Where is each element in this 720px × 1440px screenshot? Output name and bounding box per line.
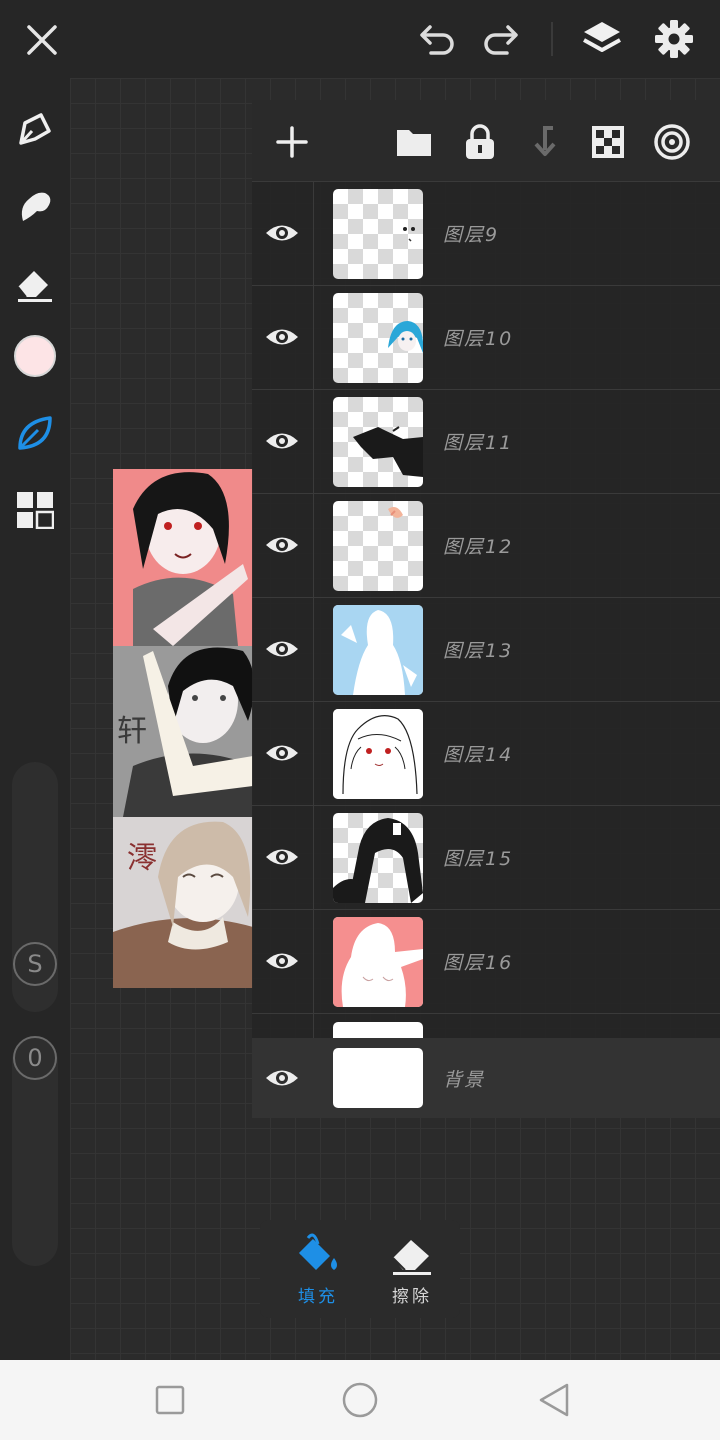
fill-button[interactable]: 填充 xyxy=(278,1232,358,1312)
layer-row[interactable]: 图层12 xyxy=(252,494,720,598)
layers-icon[interactable] xyxy=(578,16,626,62)
eye-icon[interactable] xyxy=(264,530,300,560)
layer-thumbnail xyxy=(333,397,423,487)
layer-thumbnail xyxy=(333,501,423,591)
layer-row[interactable]: 图层15 xyxy=(252,806,720,910)
color-swatch[interactable] xyxy=(10,331,60,381)
lock-icon[interactable] xyxy=(458,120,502,164)
leaf-brush-icon[interactable] xyxy=(10,408,60,458)
layer-name: 图层12 xyxy=(443,536,514,558)
toolbar-divider xyxy=(551,22,553,56)
fill-erase-popup: 填充 擦除 xyxy=(260,1220,460,1318)
layer-name: 图层16 xyxy=(443,952,514,974)
smudge-tool-icon[interactable] xyxy=(10,182,60,232)
gear-icon[interactable] xyxy=(650,16,698,62)
undo-icon[interactable] xyxy=(414,18,460,62)
top-toolbar xyxy=(0,0,720,78)
layer-row[interactable]: 图层9 xyxy=(252,182,720,286)
fill-label: 填充 xyxy=(298,1287,338,1307)
layer-thumbnail xyxy=(333,605,423,695)
eye-icon[interactable] xyxy=(264,842,300,872)
layers-panel-header xyxy=(252,100,720,182)
art-panel-3: 澪 xyxy=(113,817,253,988)
pen-tool-icon[interactable] xyxy=(10,104,60,154)
layer-row[interactable]: 图层11 xyxy=(252,390,720,494)
brush-size-knob[interactable]: S xyxy=(13,942,57,986)
layer-row-background[interactable]: 背景 xyxy=(252,1038,720,1118)
layer-name: 图层9 xyxy=(443,224,500,246)
eye-icon[interactable] xyxy=(264,218,300,248)
target-icon[interactable] xyxy=(650,120,694,164)
layer-thumbnail xyxy=(333,709,423,799)
back-icon[interactable] xyxy=(534,1380,574,1420)
layer-name: 图层10 xyxy=(443,328,514,350)
system-nav-bar xyxy=(0,1360,720,1440)
drawing-app: 轩 澪 S 0 图层9 图层10 图层11 图层12 图层13 图层14 图层1… xyxy=(0,0,720,1440)
artwork-preview: 轩 澪 xyxy=(113,469,253,988)
transparency-icon[interactable] xyxy=(586,120,630,164)
folder-icon[interactable] xyxy=(392,120,436,164)
layer-thumbnail xyxy=(333,813,423,903)
layer-row[interactable]: 图层16 xyxy=(252,910,720,1014)
erase-label: 擦除 xyxy=(392,1287,432,1307)
recent-apps-icon[interactable] xyxy=(150,1380,190,1420)
layers-panel: 图层9 图层10 图层11 图层12 图层13 图层14 图层15 图层16 背景 xyxy=(252,100,720,1118)
eye-icon[interactable] xyxy=(264,322,300,352)
eraser-icon xyxy=(392,1240,431,1275)
redo-icon[interactable] xyxy=(478,18,524,62)
merge-down-icon[interactable] xyxy=(522,120,566,164)
layer-row[interactable]: 图层13 xyxy=(252,598,720,702)
art-text-ling: 澪 xyxy=(127,841,157,876)
art-text-xuan: 轩 xyxy=(117,714,147,749)
layer-name: 图层13 xyxy=(443,640,514,662)
home-icon[interactable] xyxy=(340,1380,380,1420)
close-icon[interactable] xyxy=(20,18,64,62)
layer-thumbnail xyxy=(333,917,423,1007)
erase-button[interactable]: 擦除 xyxy=(372,1232,452,1312)
add-layer-icon[interactable] xyxy=(270,120,314,164)
eye-icon[interactable] xyxy=(264,1063,300,1093)
layer-name: 图层15 xyxy=(443,848,514,870)
layer-row[interactable]: 图层14 xyxy=(252,702,720,806)
layer-name: 背景 xyxy=(443,1069,486,1091)
art-panel-2: 轩 xyxy=(113,646,253,817)
eraser-tool-icon[interactable] xyxy=(10,258,60,308)
layer-thumbnail xyxy=(333,293,423,383)
partial-layer-thumb xyxy=(333,1022,423,1038)
eye-icon[interactable] xyxy=(264,946,300,976)
eye-icon[interactable] xyxy=(264,738,300,768)
grid-tools-icon[interactable] xyxy=(10,485,60,535)
layer-row[interactable]: 图层10 xyxy=(252,286,720,390)
opacity-knob[interactable]: 0 xyxy=(13,1036,57,1080)
art-panel-1 xyxy=(113,469,253,646)
layer-name: 图层11 xyxy=(443,432,514,454)
layer-name: 图层14 xyxy=(443,744,514,766)
paint-bucket-icon xyxy=(298,1233,337,1270)
eye-icon[interactable] xyxy=(264,426,300,456)
eye-icon[interactable] xyxy=(264,634,300,664)
left-toolbar: S 0 xyxy=(0,78,70,1360)
layer-thumbnail xyxy=(333,189,423,279)
layer-thumbnail xyxy=(333,1048,423,1108)
